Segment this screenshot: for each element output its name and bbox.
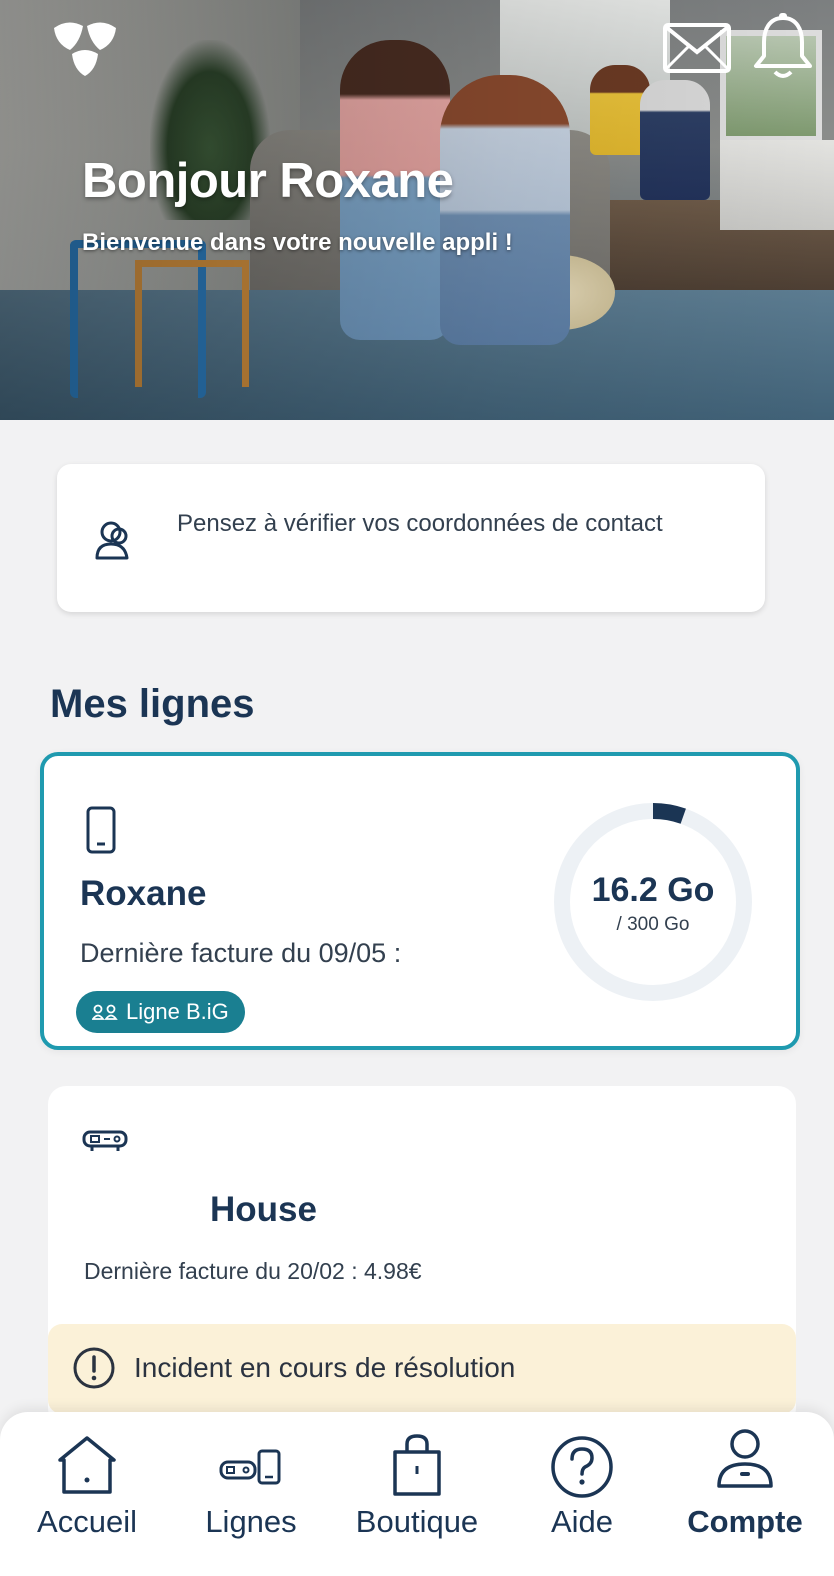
notice-text: Pensez à vérifier vos coordonnées de con…	[177, 510, 663, 537]
hero-banner: Bonjour Roxane Bienvenue dans votre nouv…	[0, 0, 834, 420]
messages-button[interactable]	[662, 22, 732, 74]
warning-icon	[73, 1347, 115, 1389]
mail-icon	[663, 23, 731, 73]
lines-section-title: Mes lignes	[50, 682, 255, 726]
box-icon	[82, 1130, 128, 1151]
greeting-subtitle: Bienvenue dans votre nouvelle appli !	[82, 229, 513, 256]
tab-label: Aide	[550, 1504, 614, 1539]
notifications-button[interactable]	[752, 12, 814, 82]
tab-aide[interactable]: Aide	[502, 1412, 662, 1576]
plan-badge-label: Ligne B.iG	[126, 999, 229, 1024]
tab-compte[interactable]: Compte	[665, 1412, 825, 1576]
bell-icon	[754, 13, 812, 78]
plan-badge: Ligne B.iG	[76, 991, 245, 1033]
home-icon	[58, 1436, 116, 1494]
help-icon	[551, 1436, 613, 1498]
verify-contact-notice[interactable]: Pensez à vérifier vos coordonnées de con…	[57, 464, 765, 612]
tab-label: Lignes	[205, 1504, 297, 1539]
tab-boutique[interactable]: Boutique	[337, 1412, 497, 1576]
people-icon	[92, 1004, 118, 1020]
contact-icon	[95, 521, 129, 560]
data-total: / 300 Go	[616, 914, 690, 935]
last-invoice: Dernière facture du 09/05 :	[80, 938, 402, 968]
account-icon	[717, 1429, 773, 1488]
line-name: House	[210, 1190, 317, 1229]
tab-lignes[interactable]: Lignes	[171, 1412, 331, 1576]
last-invoice: Dernière facture du 20/02 : 4.98€	[84, 1258, 422, 1284]
tab-accueil[interactable]: Accueil	[7, 1412, 167, 1576]
lines-icon	[219, 1449, 281, 1485]
shopping-bag-icon	[393, 1434, 441, 1496]
phone-icon	[86, 806, 116, 854]
line-card-roxane[interactable]: Roxane Dernière facture du 09/05 : Ligne…	[40, 752, 800, 1050]
line-name: Roxane	[80, 874, 207, 913]
tab-label: Boutique	[355, 1504, 479, 1539]
incident-alert[interactable]: Incident en cours de résolution	[48, 1324, 796, 1414]
tab-label: Accueil	[37, 1504, 137, 1539]
greeting-title: Bonjour Roxane	[82, 154, 454, 208]
data-used: 16.2 Go	[591, 871, 715, 909]
incident-text: Incident en cours de résolution	[134, 1352, 516, 1383]
brand-logo	[54, 22, 116, 76]
line-card-house[interactable]: House Dernière facture du 20/02 : 4.98€ …	[48, 1086, 796, 1426]
tab-label: Compte	[687, 1504, 803, 1539]
bottom-tab-bar: Accueil Lignes Boutique Aide Compte	[0, 1412, 834, 1576]
